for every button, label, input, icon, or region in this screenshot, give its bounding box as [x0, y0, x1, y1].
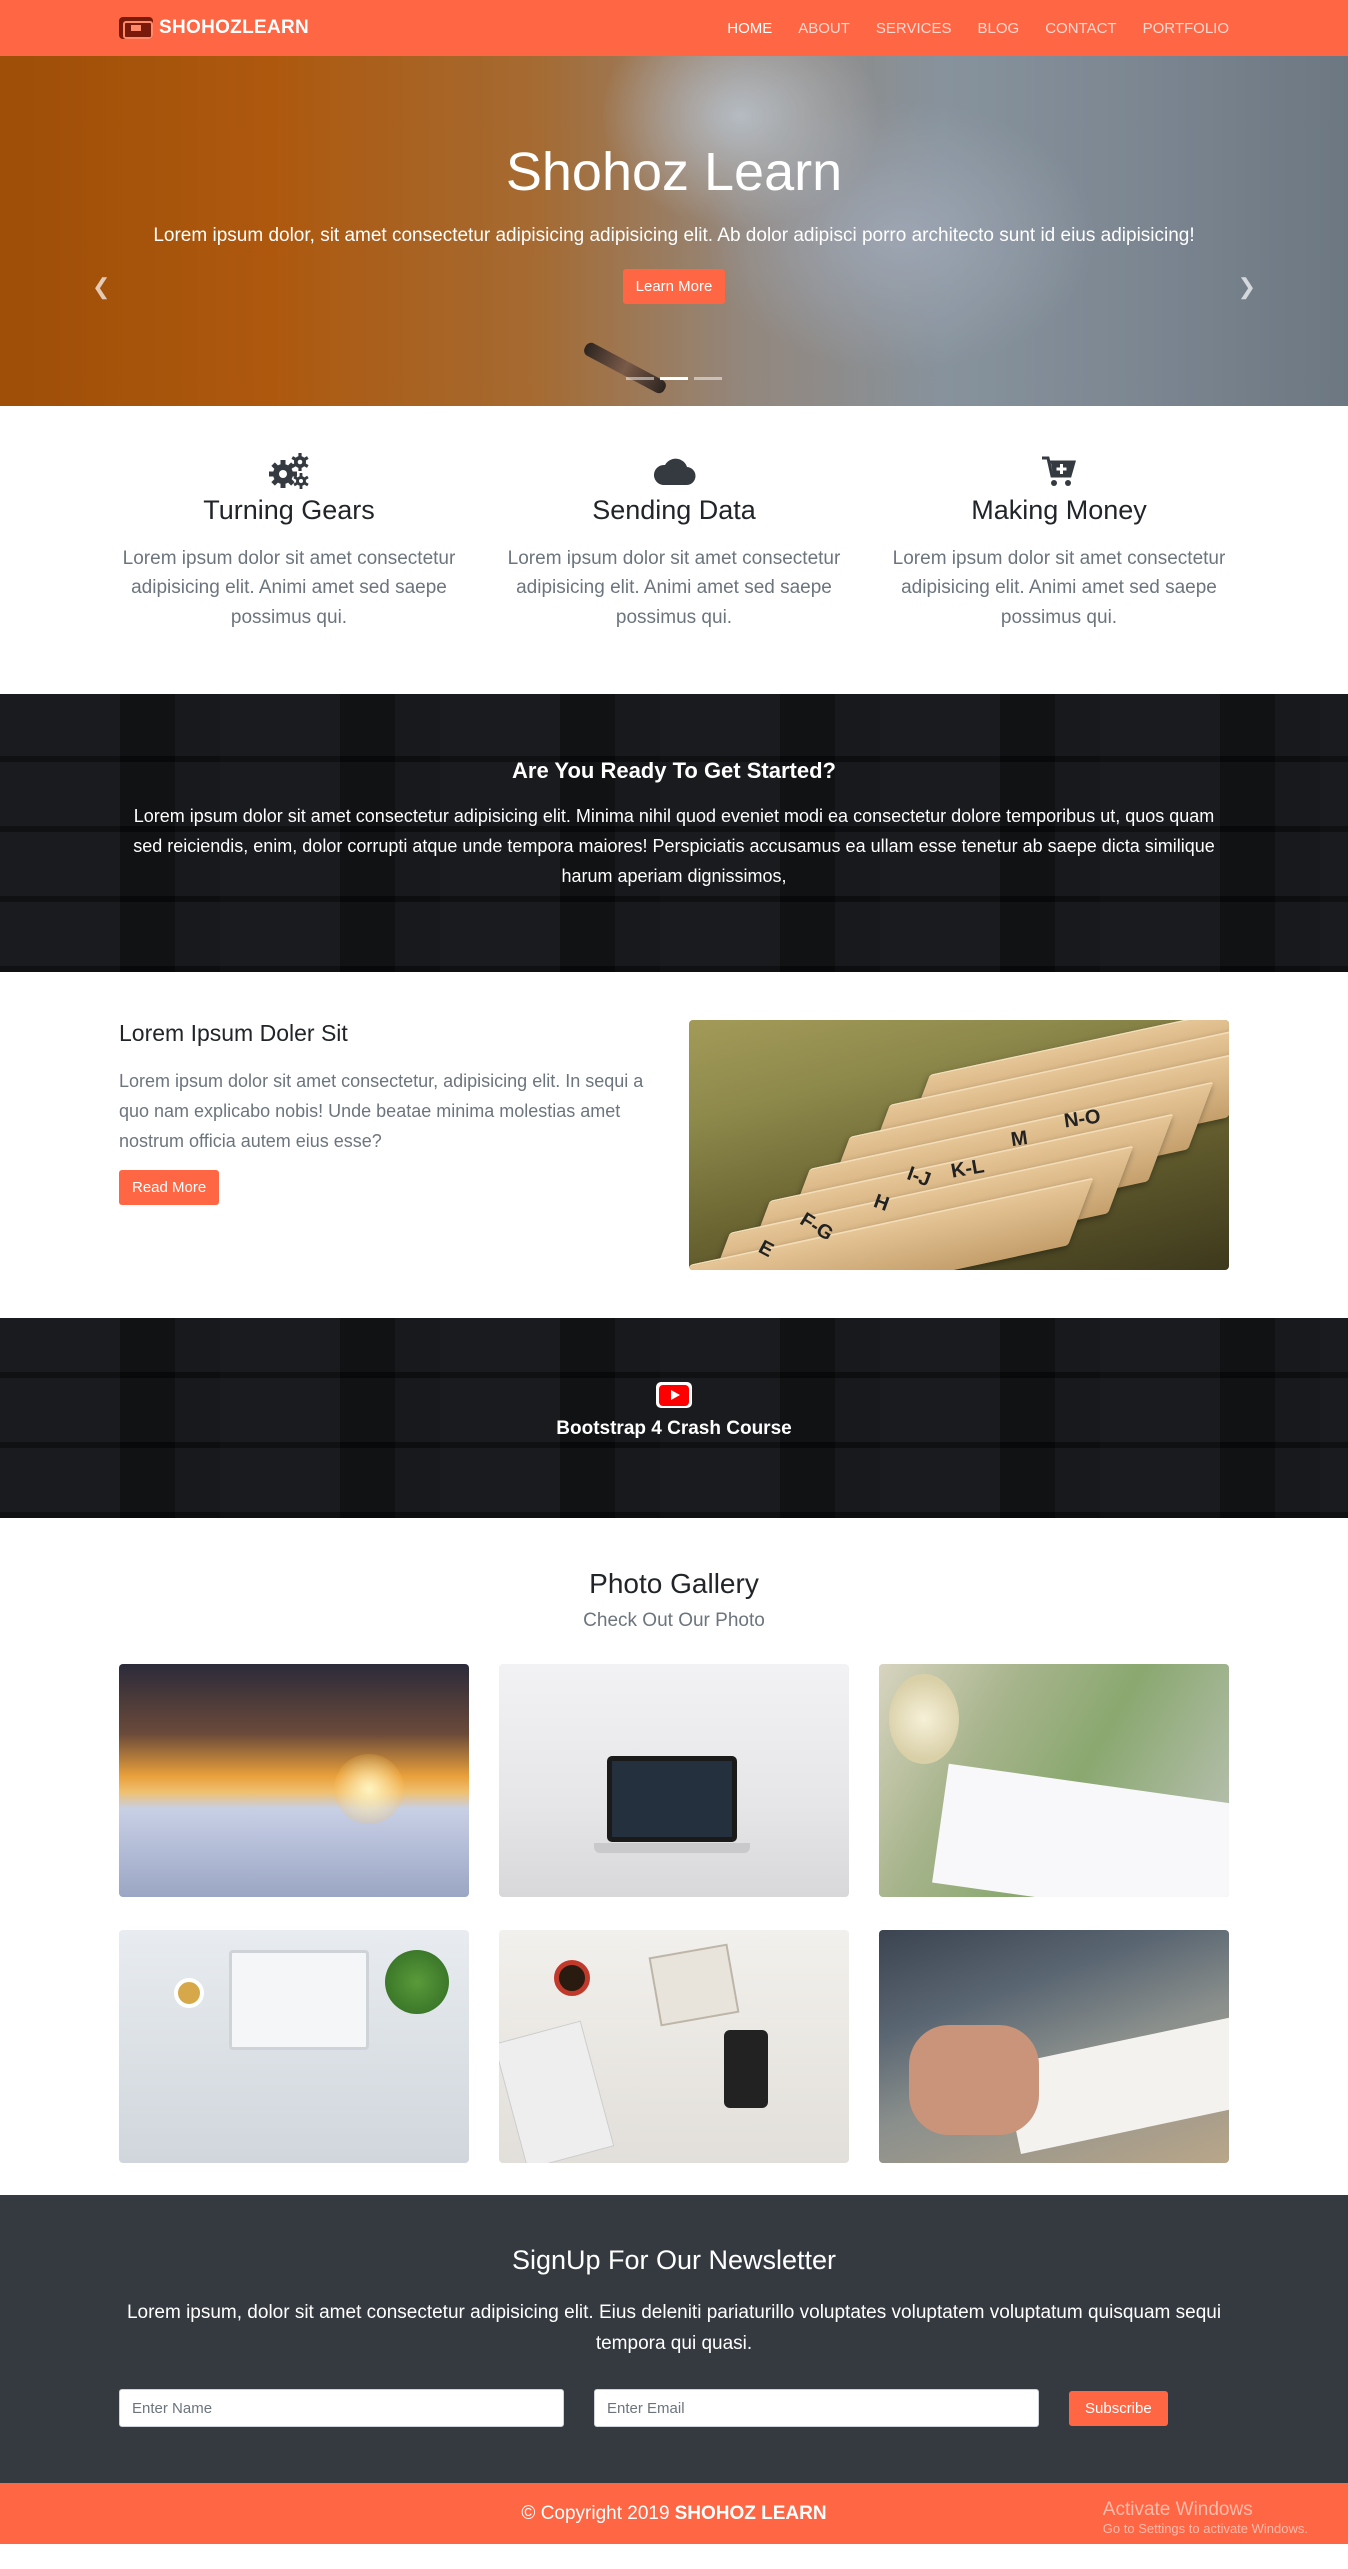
gallery-photo-workspace-topdown[interactable] [119, 1930, 469, 2164]
info-section: Lorem Ipsum Doler Sit Lorem ipsum dolor … [0, 972, 1348, 1318]
footer: © Copyright 2019 SHOHOZ LEARN Activate W… [0, 2483, 1348, 2545]
read-more-button[interactable]: Read More [119, 1170, 220, 1206]
section-title: Are You Ready To Get Started? [512, 758, 836, 784]
brand-name: SHOHOZLEARN [159, 17, 310, 38]
nav-link-contact[interactable]: CONTACT [1045, 20, 1116, 37]
watermark-line-1: Activate Windows [1102, 2499, 1253, 2521]
hero-caption: Shohoz Learn Lorem ipsum dolor, sit amet… [0, 56, 1348, 406]
gallery-photo-phone-calculator[interactable] [499, 1930, 849, 2164]
photo-gallery-section: Photo Gallery Check Out Our Photo [0, 1518, 1348, 2195]
cloud-icon [504, 451, 844, 491]
chevron-left-icon[interactable]: ❮ [92, 274, 110, 300]
gallery-photo-writing-notebook[interactable] [879, 1930, 1229, 2164]
info-title: Lorem Ipsum Doler Sit [119, 1020, 348, 1047]
nav-link-portfolio[interactable]: PORTFOLIO [1143, 20, 1229, 37]
newsletter-title: SignUp For Our Newsletter [511, 2245, 837, 2276]
email-input[interactable] [594, 2389, 1039, 2428]
gallery-photo-sunset-workers[interactable] [119, 1664, 469, 1898]
video-section: Bootstrap 4 Crash Course [0, 1318, 1348, 1519]
carousel-indicator-3[interactable] [694, 377, 722, 380]
hero-title: Shohoz Learn [505, 142, 843, 202]
feature-title: Turning Gears [203, 495, 375, 525]
get-started-section: Are You Ready To Get Started? Lorem ipsu… [0, 694, 1348, 973]
carousel-indicator-2[interactable] [660, 377, 688, 380]
main-nav: HOME ABOUT SERVICES BLOG CONTACT PORTFOL… [727, 20, 1229, 37]
cart-plus-icon [889, 451, 1229, 491]
windows-activation-watermark: Activate Windows Go to Settings to activ… [1103, 2499, 1308, 2536]
chevron-right-icon[interactable]: ❯ [1238, 274, 1256, 300]
carousel-indicator-1[interactable] [626, 377, 654, 380]
cogs-icon [119, 451, 459, 491]
name-input[interactable] [119, 2389, 564, 2428]
gallery-photo-laptop-desk[interactable] [499, 1664, 849, 1898]
learn-more-button[interactable]: Learn More [622, 269, 726, 304]
newsletter-section: SignUp For Our Newsletter Lorem ipsum, d… [0, 2195, 1348, 2484]
nav-link-about[interactable]: ABOUT [798, 20, 850, 37]
feature-making-money: Making Money Lorem ipsum dolor sit amet … [889, 451, 1229, 632]
gallery-photo-writing-roses[interactable] [879, 1664, 1229, 1898]
feature-sending-data: Sending Data Lorem ipsum dolor sit amet … [504, 451, 844, 632]
folder-tab-label: M [1009, 1127, 1030, 1152]
info-text-block: Lorem Ipsum Doler Sit Lorem ipsum dolor … [119, 1020, 659, 1270]
feature-text: Lorem ipsum dolor sit amet consectetur a… [122, 548, 456, 628]
nav-link-home[interactable]: HOME [727, 20, 772, 37]
nav-link-services[interactable]: SERVICES [876, 20, 952, 37]
get-started-content: Are You Ready To Get Started? Lorem ipsu… [119, 694, 1229, 891]
gallery-grid [119, 1664, 1229, 2164]
nav-link-blog[interactable]: BLOG [978, 20, 1020, 37]
gallery-title: Photo Gallery [589, 1568, 759, 1600]
file-folders-image: N-O M K-L I-J H F-G E [689, 1020, 1229, 1271]
info-text: Lorem ipsum dolor sit amet consectetur, … [119, 1071, 644, 1151]
feature-title: Sending Data [592, 495, 756, 525]
watermark-line-2: Go to Settings to activate Windows. [1102, 2521, 1308, 2537]
newsletter-form: Subscribe [119, 2389, 1229, 2428]
brand-logo-link[interactable]: SHOHOZLEARN [119, 17, 309, 39]
navbar: SHOHOZLEARN HOME ABOUT SERVICES BLOG CON… [0, 0, 1348, 56]
hero-text: Lorem ipsum dolor, sit amet consectetur … [153, 225, 1195, 246]
brand-logo-icon [119, 17, 153, 39]
newsletter-text: Lorem ipsum, dolor sit amet consectetur … [126, 2302, 1222, 2354]
feature-text: Lorem ipsum dolor sit amet consectetur a… [507, 548, 841, 628]
carousel-indicators [0, 377, 1348, 380]
hero-carousel: Shohoz Learn Lorem ipsum dolor, sit amet… [0, 56, 1348, 406]
feature-turning-gears: Turning Gears Lorem ipsum dolor sit amet… [119, 451, 459, 632]
subscribe-button[interactable]: Subscribe [1069, 2390, 1168, 2426]
section-text: Lorem ipsum dolor sit amet consectetur a… [133, 806, 1215, 886]
copyright-text: © Copyright 2019 [521, 2502, 670, 2524]
video-title: Bootstrap 4 Crash Course [556, 1418, 792, 1440]
video-content: Bootstrap 4 Crash Course [0, 1318, 1348, 1440]
feature-text: Lorem ipsum dolor sit amet consectetur a… [892, 548, 1226, 628]
features-section: Turning Gears Lorem ipsum dolor sit amet… [0, 406, 1348, 694]
youtube-icon[interactable] [656, 1382, 692, 1409]
footer-brand: SHOHOZ LEARN [674, 2502, 827, 2524]
feature-title: Making Money [971, 495, 1147, 525]
gallery-subtitle: Check Out Our Photo [583, 1610, 765, 1632]
